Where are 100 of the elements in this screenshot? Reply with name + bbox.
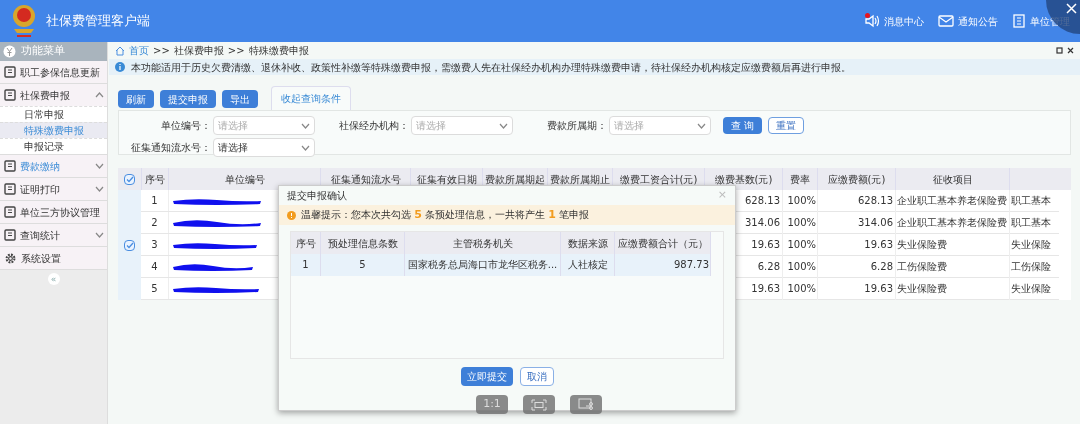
table-cell: 失业保险费 xyxy=(895,233,1009,256)
screenshot-button[interactable] xyxy=(570,395,602,414)
warning-icon xyxy=(287,210,296,220)
table-cell: 企业职工基本养老保险费 xyxy=(895,189,1009,212)
submenu-item[interactable]: 申报记录 xyxy=(0,138,107,154)
table-cell: 工伤保险 xyxy=(1009,255,1059,278)
select-field[interactable]: 请选择 xyxy=(213,138,315,157)
yen-coin-icon xyxy=(3,45,16,58)
app-title: 社保费管理客户端 xyxy=(46,12,150,31)
column-header: 征收项目 xyxy=(895,168,1009,190)
reset-button[interactable]: 重置 xyxy=(768,117,805,134)
chevron-down-icon xyxy=(95,232,104,238)
chevron-down-icon xyxy=(301,144,310,151)
table-cell: 100% xyxy=(782,211,817,234)
table-cell: 100% xyxy=(782,255,817,278)
submenu-item[interactable]: 特殊缴费申报 xyxy=(0,122,107,138)
checkbox[interactable] xyxy=(124,173,135,185)
column-header: 费率 xyxy=(782,168,817,190)
actual-size-button[interactable]: 1:1 xyxy=(476,395,508,414)
submit-button[interactable]: 立即提交 xyxy=(460,367,513,386)
table-cell: 6.28 xyxy=(817,255,895,278)
column-header: 序号 xyxy=(141,168,168,190)
column-header: 应缴费额(元) xyxy=(817,168,895,190)
table-cell: 100% xyxy=(782,189,817,212)
table-cell: 职工基本 xyxy=(1009,189,1059,212)
document-icon xyxy=(4,206,16,218)
table-cell: 19.63 xyxy=(817,233,895,256)
document-icon xyxy=(4,66,16,78)
mail-icon xyxy=(938,15,954,27)
document-icon xyxy=(4,160,16,172)
sidebar-title: 功能菜单 xyxy=(21,43,65,60)
table-cell: 失业保险 xyxy=(1009,233,1059,256)
fit-screen-icon xyxy=(531,398,547,411)
info-icon xyxy=(115,62,125,72)
table-cell: 5 xyxy=(321,254,405,276)
menu-item[interactable]: 系统设置 xyxy=(0,247,107,269)
speaker-icon xyxy=(864,14,880,28)
notice-text: 温馨提示：您本次共勾选 5 条预处理信息，一共将产生 1 笔申报 xyxy=(301,206,590,223)
filter-label: 单位编号： xyxy=(160,119,212,133)
table-cell: 100% xyxy=(782,233,817,256)
table-cell: 人社核定 xyxy=(561,254,615,276)
breadcrumb-separator: >> xyxy=(227,44,245,58)
document-icon xyxy=(4,229,16,241)
filter-label: 社保经办机构： xyxy=(338,119,410,133)
table-cell: 国家税务总局海口市龙华区税务... xyxy=(405,254,561,276)
cancel-button[interactable]: 取消 xyxy=(519,367,554,386)
home-icon xyxy=(115,45,125,56)
select-field[interactable]: 请选择 xyxy=(609,116,711,135)
close-icon[interactable] xyxy=(1067,47,1074,54)
table-cell: 628.13 xyxy=(817,189,895,212)
menu-item[interactable]: 费款缴纳 xyxy=(0,155,107,177)
chevron-down-icon xyxy=(95,186,104,192)
table-cell: 失业保险费 xyxy=(895,277,1009,300)
table-cell: 职工基本 xyxy=(1009,211,1059,234)
header-link[interactable]: 消息中心 xyxy=(864,13,924,29)
fit-screen-button[interactable] xyxy=(523,395,555,414)
menu-item[interactable]: 证明打印 xyxy=(0,178,107,200)
table-cell: 1 xyxy=(291,254,321,276)
table-cell-text: 3 xyxy=(150,238,159,252)
chevron-down-icon xyxy=(499,122,508,129)
select-field[interactable]: 请选择 xyxy=(411,116,513,135)
info-text: 本功能适用于历史欠费清缴、退休补收、政策性补缴等特殊缴费申报，需缴费人先在社保经办机构办理特殊缴费申请，待社保经办机构核定应缴费额后再进行申报。 xyxy=(131,60,851,75)
toolbar-button[interactable]: 刷新 xyxy=(118,90,154,108)
menu-item[interactable]: 单位三方协议管理 xyxy=(0,201,107,223)
screen-scissors-icon xyxy=(578,398,594,411)
table-cell-text: 5 xyxy=(150,282,159,296)
menu-item[interactable]: 社保费申报 xyxy=(0,84,107,106)
filter-tab[interactable]: 收起查询条件 xyxy=(271,86,351,110)
menu-item[interactable]: 职工参保信息更新 xyxy=(0,61,107,83)
dialog-title: 提交申报确认 xyxy=(287,189,347,203)
maximize-icon[interactable] xyxy=(1056,47,1063,54)
toolbar-button[interactable]: 提交申报 xyxy=(160,90,216,108)
table-cell: 100% xyxy=(782,277,817,300)
breadcrumb-item: 特殊缴费申报 xyxy=(248,44,309,58)
table-cell: 企业职工基本养老保险费 xyxy=(895,211,1009,234)
building-icon xyxy=(1012,14,1026,28)
table-cell-text: 2 xyxy=(150,216,159,230)
chevron-up-icon xyxy=(95,92,104,98)
menu-item[interactable]: 查询统计 xyxy=(0,224,107,246)
table-cell-text: 1 xyxy=(150,194,159,208)
collapse-button[interactable]: « xyxy=(47,273,60,285)
close-icon xyxy=(1066,3,1077,14)
chevron-down-icon xyxy=(95,163,104,169)
table-cell: 失业保险 xyxy=(1009,277,1059,300)
table-cell: 19.63 xyxy=(817,277,895,300)
query-button[interactable]: 查 询 xyxy=(723,117,763,134)
breadcrumb-item: 社保费申报 xyxy=(173,44,224,58)
table-cell-text: 4 xyxy=(150,260,159,274)
filter-label: 费款所属期： xyxy=(546,119,608,133)
table-cell: 987.73 xyxy=(615,254,711,276)
checkbox[interactable] xyxy=(124,239,135,251)
breadcrumb-separator: >> xyxy=(153,44,170,58)
submenu-item[interactable]: 日常申报 xyxy=(0,106,107,122)
table-cell: 工伤保险费 xyxy=(895,255,1009,278)
toolbar-button[interactable]: 导出 xyxy=(222,90,258,108)
header-link[interactable]: 通知公告 xyxy=(938,13,998,29)
chevron-down-icon xyxy=(301,122,310,129)
select-field[interactable]: 请选择 xyxy=(213,116,315,135)
document-icon xyxy=(4,183,16,195)
breadcrumb-item[interactable]: 首页 xyxy=(129,43,149,58)
